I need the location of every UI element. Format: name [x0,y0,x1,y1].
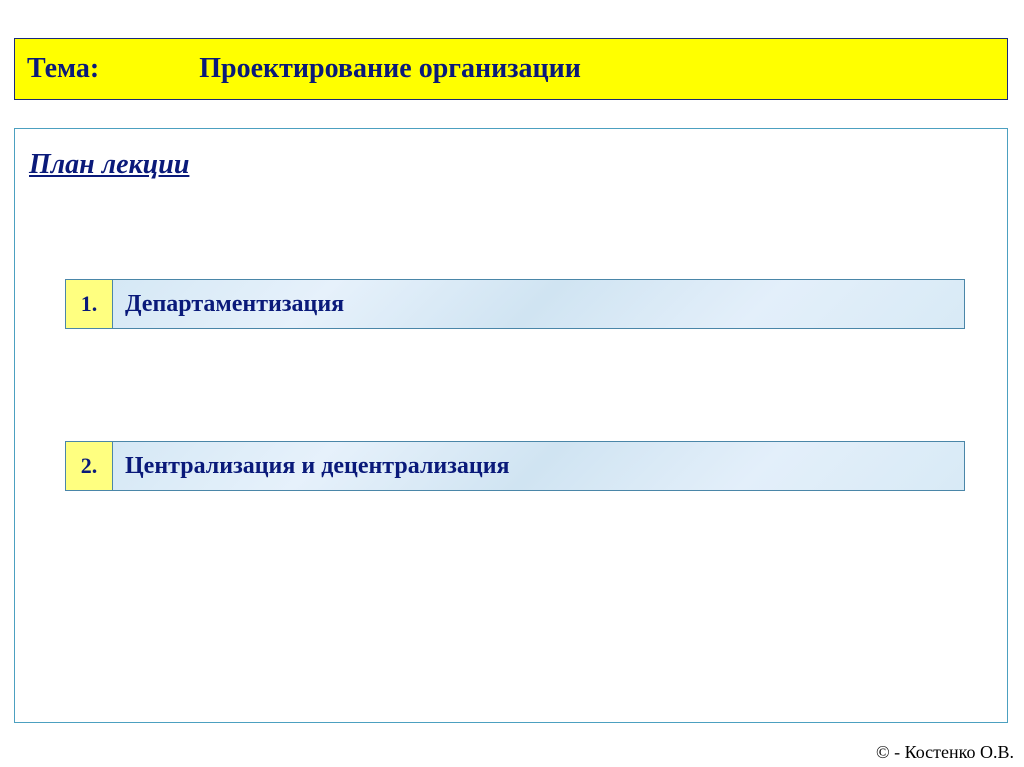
item-text: Централизация и децентрализация [113,441,965,491]
plan-item-2: 2. Централизация и децентрализация [65,441,965,491]
header-bar: Тема: Проектирование организации [14,38,1008,100]
plan-title: План лекции [29,149,189,181]
plan-item-1: 1. Департаментизация [65,279,965,329]
item-number: 2. [65,441,113,491]
header-title: Проектирование организации [199,53,581,85]
item-text: Департаментизация [113,279,965,329]
plan-box: План лекции 1. Департаментизация 2. Цент… [14,128,1008,723]
header-label: Тема: [27,53,99,85]
item-number: 1. [65,279,113,329]
footer-copyright: © - Костенко О.В. [876,742,1014,763]
